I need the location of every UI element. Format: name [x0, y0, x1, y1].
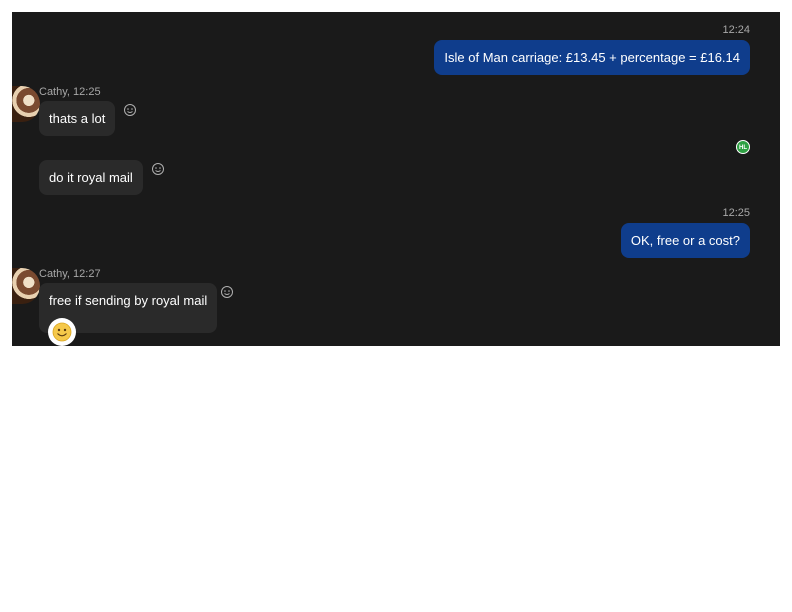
avatar[interactable] [12, 86, 40, 122]
reaction-badge[interactable] [48, 318, 76, 346]
message-sender-time: Cathy, 12:27 [39, 268, 101, 280]
chat-pane: 12:24 Isle of Man carriage: £13.45 + per… [12, 12, 780, 346]
add-reaction-icon[interactable] [220, 285, 234, 299]
message-bubble-incoming[interactable]: thats a lot [39, 101, 116, 136]
message-text: free if sending by royal mail [49, 293, 208, 308]
message-timestamp: 12:25 [722, 207, 750, 219]
add-reaction-icon[interactable] [123, 103, 137, 117]
avatar[interactable] [12, 268, 40, 304]
message-bubble-outgoing[interactable]: Isle of Man carriage: £13.45 + percentag… [434, 40, 750, 75]
add-reaction-icon[interactable] [151, 162, 165, 176]
smiley-emoji-icon [52, 322, 72, 342]
message-sender-time: Cathy, 12:25 [39, 86, 101, 98]
message-bubble-incoming[interactable]: do it royal mail [39, 160, 143, 195]
message-timestamp: 12:24 [722, 24, 750, 36]
read-receipt-avatar: HL [736, 140, 750, 154]
message-bubble-outgoing[interactable]: OK, free or a cost? [620, 223, 750, 258]
